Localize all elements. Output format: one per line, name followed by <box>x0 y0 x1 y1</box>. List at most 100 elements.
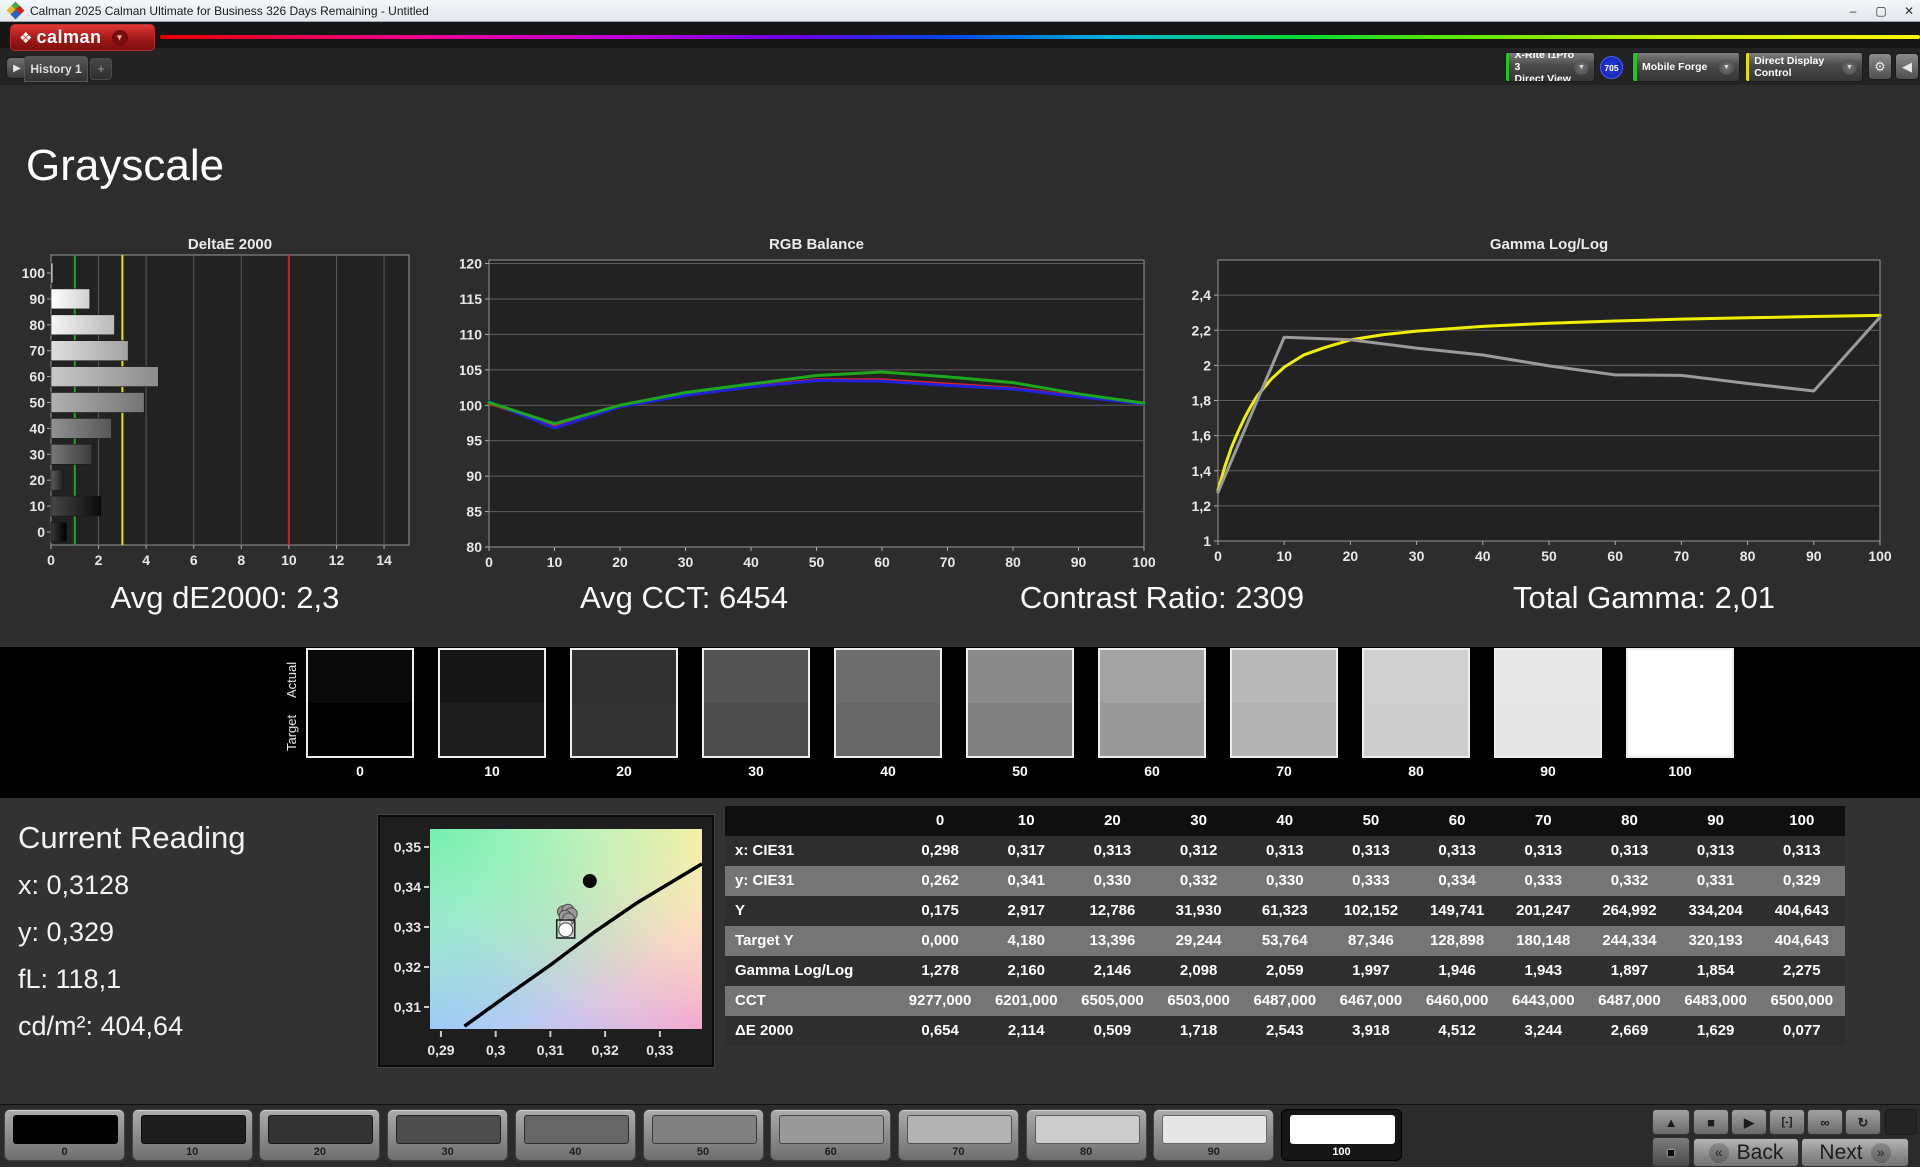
play-icon: ▶ <box>1744 1115 1754 1130</box>
svg-text:1,6: 1,6 <box>1192 428 1212 444</box>
arrow-up-icon: ▲ <box>1664 1115 1678 1130</box>
tab-history-1[interactable]: History 1 <box>24 56 88 82</box>
table-cell: 0,313 <box>1438 842 1476 859</box>
table-cell: 6443,000 <box>1512 992 1575 1009</box>
svg-text:70: 70 <box>29 343 45 359</box>
table-cell: 6483,000 <box>1684 992 1747 1009</box>
chevron-down-icon: ▼ <box>1842 59 1857 75</box>
table-row-label: ΔE 2000 <box>735 1022 794 1039</box>
pattern-level-button-100[interactable]: 100 <box>1281 1109 1402 1161</box>
table-cell: 53,764 <box>1261 932 1308 949</box>
swatch-target <box>1496 703 1600 756</box>
back-button[interactable]: « Back <box>1693 1138 1799 1167</box>
swatch-level-label: 100 <box>1668 763 1692 779</box>
swatch-actual <box>836 650 940 703</box>
continuous-measure-button[interactable]: ∞ <box>1807 1109 1843 1135</box>
swatch-actual <box>1364 650 1468 703</box>
display-control-select[interactable]: Direct Display Control ▼ <box>1745 52 1863 82</box>
svg-text:1: 1 <box>1203 533 1211 549</box>
pattern-level-button-30[interactable]: 30 <box>387 1109 509 1161</box>
svg-text:105: 105 <box>460 362 482 378</box>
refresh-button[interactable]: ↻ <box>1845 1109 1881 1135</box>
table-cell: 2,669 <box>1610 1022 1649 1039</box>
table-col-header: 50 <box>1362 812 1380 829</box>
minimize-icon[interactable]: – <box>1841 2 1865 20</box>
svg-text:90: 90 <box>1071 554 1087 570</box>
pattern-level-button-90[interactable]: 90 <box>1153 1109 1275 1161</box>
svg-text:1,4: 1,4 <box>1192 463 1212 479</box>
calman-logo-text: calman <box>36 27 102 47</box>
pattern-source-select[interactable]: Mobile Forge ▼ <box>1632 52 1740 82</box>
swatch-90 <box>1494 648 1602 758</box>
table-cell: 0,312 <box>1179 842 1218 859</box>
total-gamma-stat: Total Gamma: 2,01 <box>1513 580 1775 615</box>
swatch-actual <box>1496 650 1600 703</box>
svg-text:40: 40 <box>29 420 45 436</box>
swatch-actual <box>308 650 412 703</box>
play-button[interactable]: ▶ <box>1731 1109 1767 1135</box>
target-row-label: Target <box>284 714 299 752</box>
table-cell: 1,946 <box>1438 962 1476 979</box>
pattern-level-button-10[interactable]: 10 <box>131 1109 253 1161</box>
swatch-80 <box>1362 648 1470 758</box>
measurement-table: 0 10 20 30 40 50 60 70 80 90 100 x: CIE31 0,298 0,317… <box>725 806 1845 1046</box>
svg-text:85: 85 <box>466 504 482 520</box>
collapse-panel-button[interactable]: ◀ <box>1895 53 1919 80</box>
table-cell: 0,654 <box>921 1022 959 1039</box>
svg-text:80: 80 <box>1740 548 1756 564</box>
calman-menu-button[interactable]: ❖ calman ▼ <box>10 24 155 51</box>
table-col-header: 60 <box>1448 812 1466 829</box>
svg-text:70: 70 <box>1674 548 1690 564</box>
actual-row-label: Actual <box>284 661 299 699</box>
table-cell: 0,329 <box>1783 872 1821 889</box>
stop-button[interactable]: ■ <box>1693 1109 1729 1135</box>
pattern-level-button-70[interactable]: 70 <box>897 1109 1019 1161</box>
pattern-window-button[interactable]: ■ <box>1652 1137 1690 1167</box>
table-cell: 4,180 <box>1007 932 1046 949</box>
svg-text:Gamma Log/Log: Gamma Log/Log <box>1490 236 1608 253</box>
table-col-header: 20 <box>1104 812 1121 829</box>
pattern-level-button-0[interactable]: 0 <box>4 1109 125 1161</box>
settings-button[interactable]: ⚙ <box>1868 53 1892 80</box>
svg-text:10: 10 <box>547 554 563 570</box>
next-button[interactable]: Next » <box>1801 1138 1909 1167</box>
meter-mode-badge[interactable]: 705 <box>1600 56 1623 79</box>
pattern-level-button-60[interactable]: 60 <box>770 1109 892 1161</box>
add-tab-button[interactable]: + <box>90 58 112 80</box>
table-row: Gamma Log/Log 1,278 2,160 2,146 2,098 2,059 1,… <box>725 956 1845 986</box>
table-cell: 12,786 <box>1089 902 1136 919</box>
svg-text:0: 0 <box>47 552 55 568</box>
table-cell: 0,333 <box>1352 872 1390 889</box>
pattern-level-swatch <box>523 1115 629 1144</box>
table-row-label: y: CIE31 <box>735 872 795 889</box>
maximize-icon[interactable]: ▢ <box>1869 2 1893 20</box>
svg-text:80: 80 <box>29 317 45 333</box>
svg-text:100: 100 <box>460 397 482 413</box>
pattern-level-button-20[interactable]: 20 <box>259 1109 381 1161</box>
chevrons-left-icon: « <box>1708 1142 1729 1163</box>
pattern-level-button-40[interactable]: 40 <box>514 1109 636 1161</box>
svg-text:0,29: 0,29 <box>427 1042 454 1058</box>
close-icon[interactable]: ✕ <box>1897 2 1920 20</box>
contrast-ratio-stat: Contrast Ratio: 2309 <box>1019 580 1305 615</box>
pattern-level-button-50[interactable]: 50 <box>642 1109 764 1161</box>
source-status-bar <box>1633 53 1637 81</box>
table-cell: 0,313 <box>1352 842 1390 859</box>
pattern-level-swatch <box>1162 1115 1268 1144</box>
pattern-window-icon: ■ <box>1667 1145 1675 1160</box>
single-measure-button[interactable]: [-] <box>1769 1109 1805 1135</box>
table-corner <box>725 806 897 836</box>
meter-label: X-Rite i1Pro 3 Direct View <box>1514 52 1574 82</box>
svg-text:90: 90 <box>1806 548 1822 564</box>
table-cell: 0,330 <box>1266 872 1304 889</box>
table-cell: 0,332 <box>1179 872 1218 889</box>
svg-text:110: 110 <box>460 326 482 342</box>
meter-select[interactable]: X-Rite i1Pro 3 Direct View ▼ <box>1505 52 1595 82</box>
table-cell: 0,341 <box>1007 872 1046 889</box>
pattern-up-button[interactable]: ▲ <box>1652 1109 1690 1135</box>
pattern-level-button-80[interactable]: 80 <box>1025 1109 1147 1161</box>
table-cell: 2,098 <box>1179 962 1218 979</box>
svg-text:2,2: 2,2 <box>1192 322 1212 338</box>
table-cell: 1,943 <box>1524 962 1563 979</box>
charts-area: Grayscale DeltaE 2000 0 2 4 6 8 10 12 14 100 90 80 7… <box>0 85 1920 647</box>
